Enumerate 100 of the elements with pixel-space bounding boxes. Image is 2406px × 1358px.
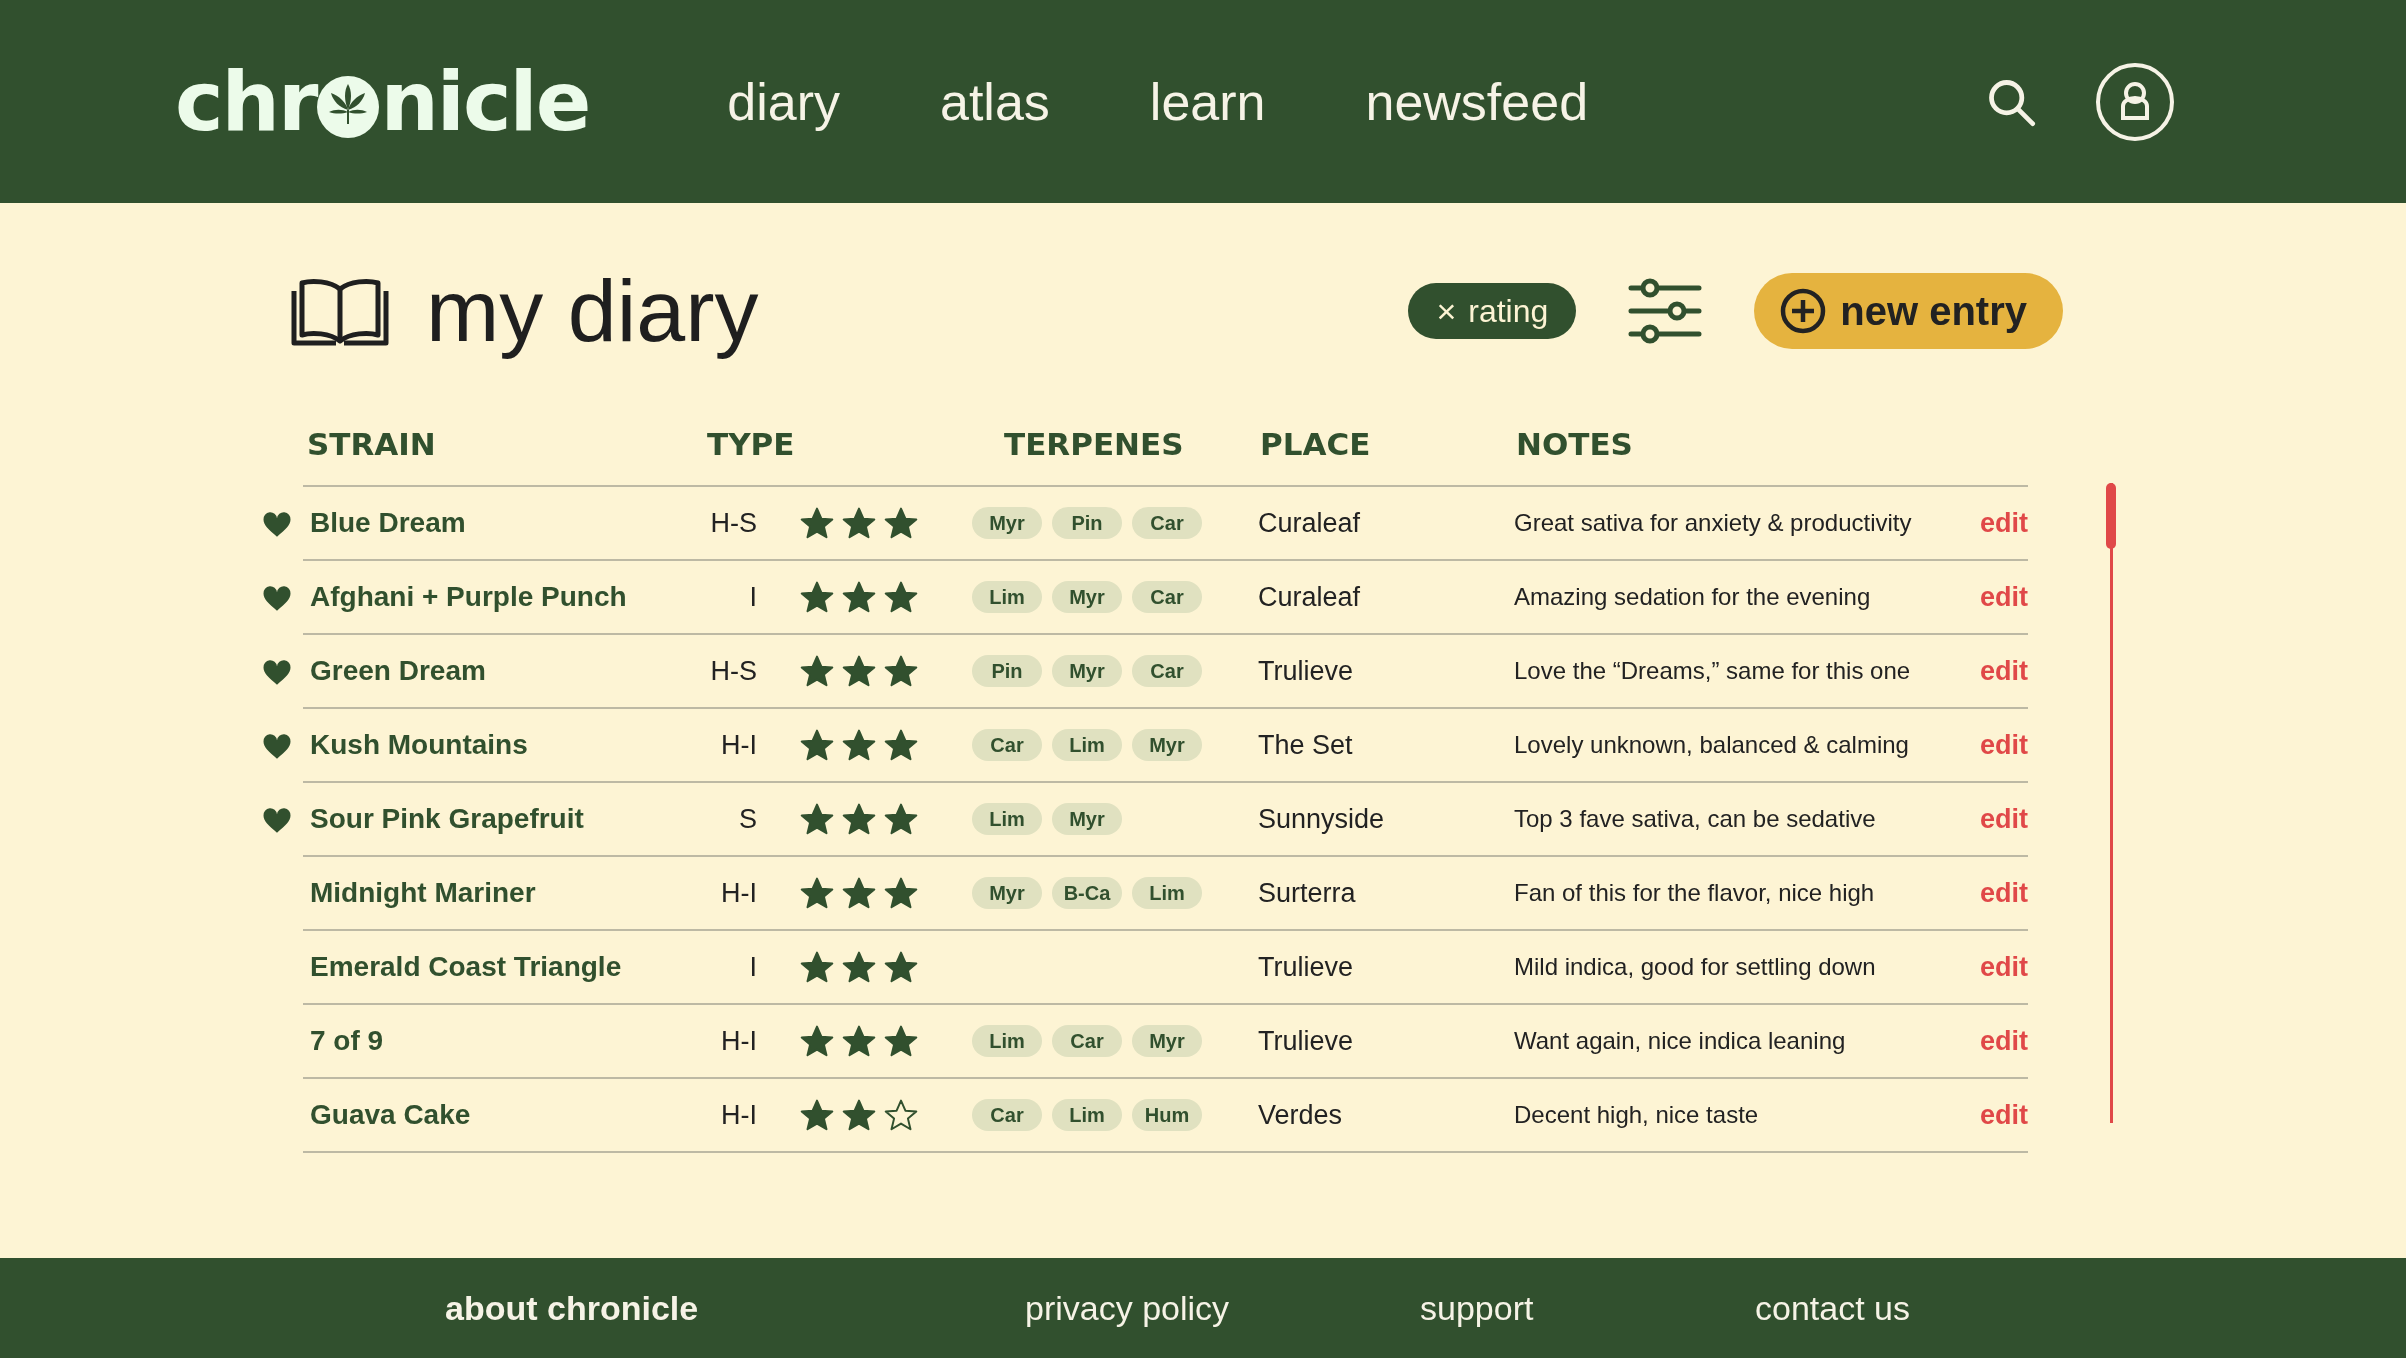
strain-name[interactable]: Green Dream (310, 655, 690, 687)
place-cell-text: Trulieve (1258, 951, 1355, 983)
notes-cell-text: Want again, nice indica leaning (1514, 1027, 1847, 1055)
star-icon (884, 950, 918, 984)
notes-cell-text: Decent high, nice taste (1514, 1101, 1760, 1129)
notes-cell-text: Top 3 fave sativa, can be sedative (1514, 805, 1877, 833)
star-icon (842, 580, 876, 614)
edit-link[interactable]: edit (1980, 951, 2028, 983)
place-cell-text: Sunnyside (1258, 803, 1386, 835)
filter-settings-icon[interactable] (1628, 278, 1703, 344)
new-entry-button[interactable]: new entry (1754, 273, 2063, 349)
terpene-tag: Car (1132, 581, 1202, 613)
star-icon (800, 1098, 834, 1132)
scrollbar[interactable] (2106, 483, 2116, 1123)
star-icon (800, 876, 834, 910)
star-icon (884, 728, 918, 762)
terpene-tag: Myr (1132, 1025, 1202, 1057)
strain-type: H-S (709, 507, 757, 539)
strain-name[interactable]: Midnight Mariner (310, 877, 690, 909)
terpene-tag: Pin (972, 655, 1042, 687)
footer-link[interactable]: privacy policy (1025, 1288, 1420, 1328)
star-icon (800, 654, 834, 688)
nav-link[interactable]: learn (1149, 71, 1266, 132)
star-icon (800, 580, 834, 614)
strain-type: S (738, 803, 757, 835)
star-icon (842, 876, 876, 910)
terpene-tag: Myr (1052, 655, 1122, 687)
terpene-tag: Car (972, 729, 1042, 761)
nav-link[interactable]: diary (727, 71, 840, 132)
nav-link[interactable]: atlas (940, 71, 1050, 132)
terpene-tag: Car (972, 1099, 1042, 1131)
terpene-tag: Lim (972, 803, 1042, 835)
edit-link[interactable]: edit (1980, 581, 2028, 613)
star-icon (800, 506, 834, 540)
strain-name[interactable]: Sour Pink Grapefruit (310, 803, 690, 835)
strain-type: H-S (709, 655, 757, 687)
edit-link[interactable]: edit (1980, 877, 2028, 909)
notes-cell-text: Lovely unknown, balanced & calming (1514, 731, 1910, 759)
terpene-tag: Lim (1052, 1099, 1122, 1131)
star-outline-icon (884, 1098, 918, 1132)
nav-link[interactable]: newsfeed (1365, 71, 1589, 132)
place-cell-text: Trulieve (1258, 655, 1355, 687)
terpene-tag: Car (1052, 1025, 1122, 1057)
edit-link[interactable]: edit (1980, 803, 2028, 835)
strain-type: I (748, 951, 757, 983)
terpene-tag: Lim (972, 581, 1042, 613)
strain-type: I (748, 581, 757, 613)
notes-cell-text: Great sativa for anxiety & productivity (1514, 509, 1913, 537)
star-icon (842, 654, 876, 688)
terpene-tag: Lim (972, 1025, 1042, 1057)
column-header: STRAIN (307, 426, 437, 462)
terpene-tag: Lim (1052, 729, 1122, 761)
star-icon (800, 1024, 834, 1058)
edit-link[interactable]: edit (1980, 507, 2028, 539)
edit-link[interactable]: edit (1980, 1099, 2028, 1131)
place-cell-text: Curaleaf (1258, 581, 1362, 613)
terpene-tag: Hum (1132, 1099, 1202, 1131)
strain-type: H-I (720, 1025, 757, 1057)
star-icon (800, 802, 834, 836)
strain-name[interactable]: Kush Mountains (310, 729, 690, 761)
leaf-logo-icon (317, 75, 380, 138)
star-icon (842, 506, 876, 540)
star-icon (842, 1024, 876, 1058)
star-icon (842, 950, 876, 984)
place-cell-text: Surterra (1258, 877, 1357, 909)
edit-link[interactable]: edit (1980, 729, 2028, 761)
terpene-tag: Car (1132, 655, 1202, 687)
terpene-tag: Myr (1132, 729, 1202, 761)
terpene-tag: Myr (972, 507, 1042, 539)
user-account-icon[interactable] (2095, 61, 2175, 142)
filter-chip[interactable]: × rating (1408, 283, 1577, 339)
logo-text: chr (175, 60, 317, 143)
edit-link[interactable]: edit (1980, 655, 2028, 687)
place-cell-text: Verdes (1258, 1099, 1344, 1131)
strain-name[interactable]: Guava Cake (310, 1099, 690, 1131)
star-icon (800, 950, 834, 984)
strain-name[interactable]: Blue Dream (310, 507, 690, 539)
strain-name[interactable]: 7 of 9 (310, 1025, 690, 1057)
footer-link[interactable]: contact us (1755, 1288, 2406, 1328)
star-icon (884, 1024, 918, 1058)
edit-link[interactable]: edit (1980, 1025, 2028, 1057)
terpene-tag: Car (1132, 507, 1202, 539)
footer-link[interactable]: support (1420, 1288, 1755, 1328)
logo-text: nicle (380, 60, 590, 143)
terpene-tag: Lim (1132, 877, 1202, 909)
terpene-tag: B-Ca (1052, 877, 1122, 909)
notes-cell-text: Love the “Dreams,” same for this one (1514, 657, 1912, 685)
notes-cell-text: Amazing sedation for the evening (1514, 583, 1872, 611)
column-header: TYPE (707, 426, 796, 462)
notes-cell-text: Fan of this for the flavor, nice high (1514, 879, 1876, 907)
star-icon (800, 728, 834, 762)
strain-name[interactable]: Emerald Coast Triangle (310, 951, 690, 983)
column-header: PLACE (1260, 426, 1372, 462)
star-icon (842, 802, 876, 836)
strain-name[interactable]: Afghani + Purple Punch (310, 581, 690, 613)
footer-link[interactable]: about chronicle (445, 1288, 1025, 1328)
star-icon (842, 728, 876, 762)
star-icon (884, 654, 918, 688)
column-header: TERPENES (1004, 426, 1185, 462)
place-cell-text: Trulieve (1258, 1025, 1355, 1057)
